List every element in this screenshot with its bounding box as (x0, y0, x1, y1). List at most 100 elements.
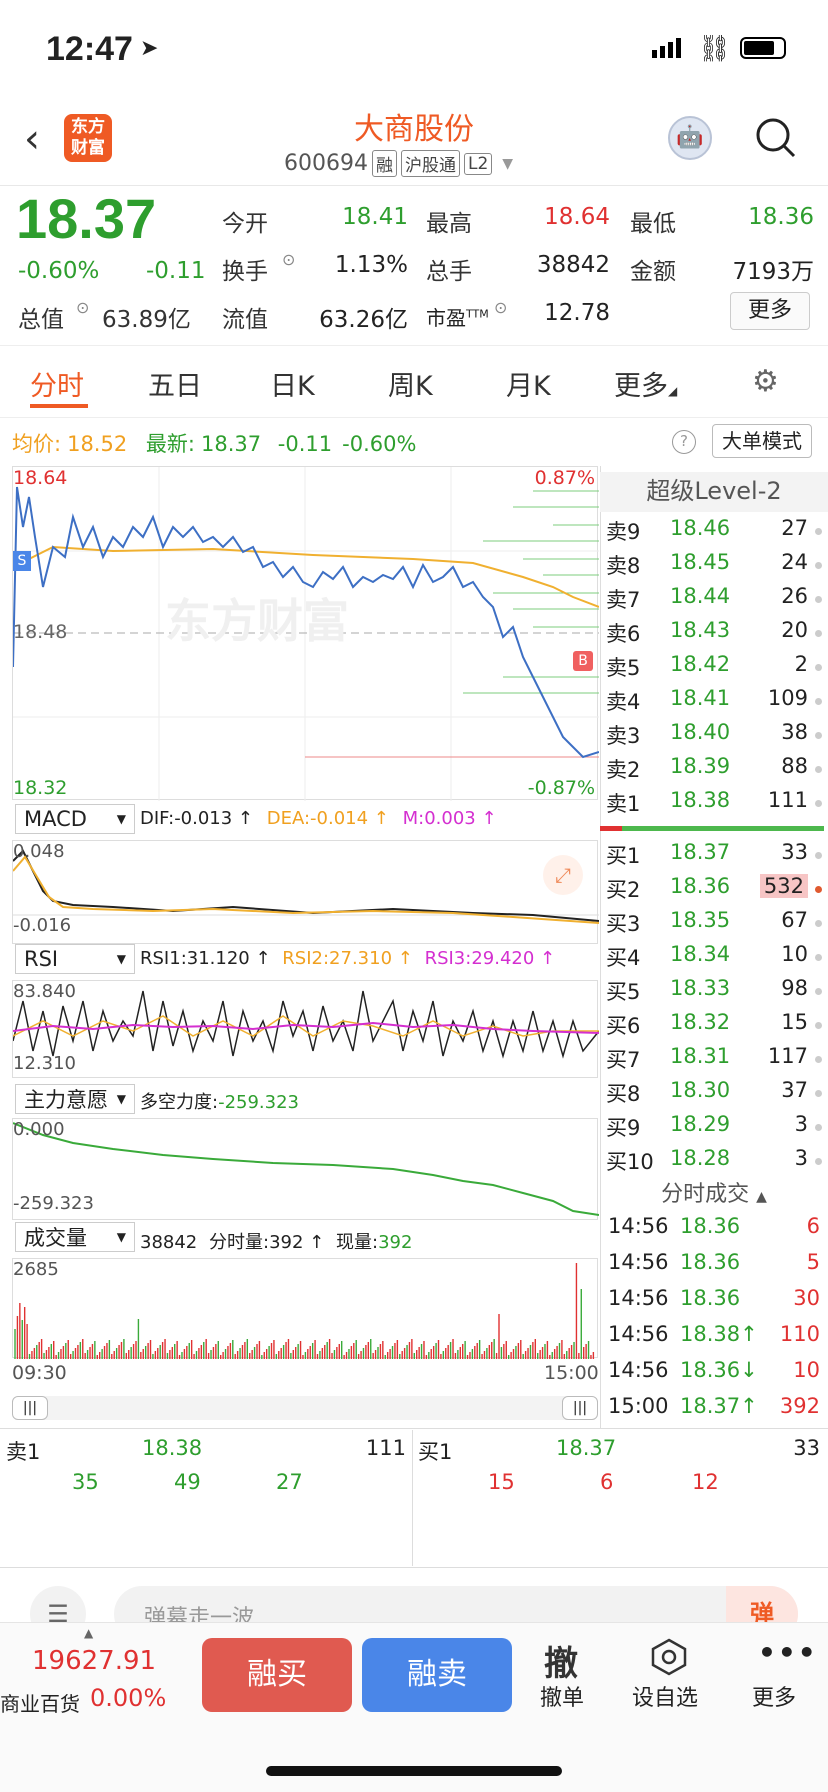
level2-title[interactable]: 超级Level-2 (600, 472, 828, 512)
ask-price: 18.42 (670, 652, 731, 676)
settings-gear-icon[interactable]: ⚙ (752, 364, 779, 399)
volume-values: 38842 分时量:392 ↑ 现量:392 (140, 1232, 413, 1253)
ask-price: 18.38 (670, 788, 731, 812)
dot-icon (815, 1158, 822, 1165)
bid-level: 买5 (606, 980, 641, 1004)
scroll-handle-right[interactable]: ||| (562, 1396, 598, 1420)
tab-intraday[interactable]: 分时 (30, 364, 84, 403)
search-icon[interactable] (754, 116, 796, 158)
bid-row[interactable]: 买1 18.37 33 (606, 840, 824, 874)
rsi-selector[interactable]: RSI ▼ (15, 944, 135, 974)
more-dots-icon[interactable]: ••• (758, 1636, 818, 1669)
bid-row[interactable]: 买2 18.36 532 (606, 874, 824, 908)
intraday-chart[interactable]: 东方财富 18.64 18.48 18.32 0.87% -0.87% S B (12, 466, 599, 801)
volume-chart[interactable]: 2685 (12, 1258, 598, 1359)
sell-marker[interactable]: S (13, 551, 31, 571)
buy-marker[interactable]: B (573, 651, 593, 671)
ask-row[interactable]: 卖7 18.44 26 (606, 584, 824, 618)
queue-sell-label: 卖1 (6, 1440, 41, 1464)
trade-time: 14:56 (608, 1250, 669, 1274)
add-watchlist-label[interactable]: 设自选 (632, 1680, 698, 1712)
trade-time: 14:56 (608, 1214, 669, 1238)
ask-volume: 109 (767, 686, 808, 710)
trade-volume: 10 (793, 1358, 820, 1382)
volume-selector[interactable]: 成交量 ▼ (15, 1222, 135, 1252)
scroll-handle-left[interactable]: ||| (12, 1396, 48, 1420)
tab-month-k[interactable]: 月K (506, 364, 551, 403)
add-watchlist-icon[interactable] (650, 1638, 688, 1676)
cancel-order-icon[interactable]: 撤 (544, 1636, 578, 1685)
tab-5day[interactable]: 五日 (148, 364, 202, 403)
tab-day-k[interactable]: 日K (270, 364, 315, 403)
bid-price: 18.28 (670, 1146, 731, 1170)
ask-row[interactable]: 卖4 18.41 109 (606, 686, 824, 720)
bid-level: 买3 (606, 912, 641, 936)
bid-price: 18.33 (670, 976, 731, 1000)
main-force-bottom: -259.323 (13, 1193, 94, 1214)
bid-row[interactable]: 买7 18.31 117 (606, 1044, 824, 1078)
macd-selector[interactable]: MACD ▼ (15, 804, 135, 834)
trade-row: 14:56 18.36 6 (606, 1214, 820, 1250)
bid-price: 18.29 (670, 1112, 731, 1136)
margin-sell-button[interactable]: 融卖 (362, 1638, 512, 1712)
main-force-top: 0.000 (13, 1119, 65, 1140)
ask-row[interactable]: 卖8 18.45 24 (606, 550, 824, 584)
ask-row[interactable]: 卖1 18.38 111 (606, 788, 824, 822)
queue-buy-q2: 6 (600, 1470, 614, 1494)
ask-row[interactable]: 卖2 18.39 88 (606, 754, 824, 788)
bid-volume: 98 (781, 976, 808, 1000)
info-icon[interactable]: ⊙ (76, 298, 89, 317)
chevron-up-icon[interactable]: ▲ (84, 1626, 93, 1640)
ask-row[interactable]: 卖5 18.42 2 (606, 652, 824, 686)
info-icon[interactable]: ⊙ (282, 250, 295, 269)
bid-row[interactable]: 买6 18.32 15 (606, 1010, 824, 1044)
queue-sell-vol: 111 (365, 1436, 406, 1460)
main-force-chart[interactable]: 0.000 -259.323 (12, 1118, 600, 1220)
bid-level: 买7 (606, 1048, 641, 1072)
cancel-order-label[interactable]: 撤单 (540, 1680, 584, 1712)
rsi-chart[interactable]: 83.840 12.310 (12, 980, 600, 1078)
trade-row: 14:56 18.36 5 (606, 1250, 820, 1286)
bid-level: 买10 (606, 1150, 654, 1174)
avg-price-line: 均价: 18.52 最新: 18.37 -0.11 -0.60% (12, 432, 417, 456)
change-amount: -0.11 (146, 258, 206, 284)
index-value[interactable]: 19627.91 (32, 1646, 156, 1676)
ask-row[interactable]: 卖9 18.46 27 (606, 516, 824, 550)
bid-row[interactable]: 买9 18.29 3 (606, 1112, 824, 1146)
bid-row[interactable]: 买5 18.33 98 (606, 976, 824, 1010)
ask-volume: 26 (781, 584, 808, 608)
dot-icon (815, 766, 822, 773)
status-time: 12:47 (46, 30, 133, 68)
main-force-values: 多空力度:-259.323 (140, 1092, 300, 1113)
more-button[interactable]: 更多 (730, 292, 810, 330)
volume-label: 总手 (426, 259, 472, 285)
macd-chart[interactable]: 0.048 -0.016 ⤢ (12, 840, 600, 944)
bid-row[interactable]: 买3 18.35 67 (606, 908, 824, 942)
main-force-selector[interactable]: 主力意愿 ▼ (15, 1084, 135, 1114)
dot-icon (815, 800, 822, 807)
big-order-mode-button[interactable]: 大单模式 (712, 424, 812, 458)
chart-scrollbar[interactable]: ||| ||| (12, 1396, 598, 1420)
expand-icon[interactable]: ⤢ (543, 855, 583, 895)
stock-code: 600694 (284, 151, 368, 176)
ask-row[interactable]: 卖6 18.43 20 (606, 618, 824, 652)
bid-row[interactable]: 买10 18.28 3 (606, 1146, 824, 1180)
bid-row[interactable]: 买4 18.34 10 (606, 942, 824, 976)
info-icon[interactable]: ⊙ (494, 298, 507, 317)
bid-row[interactable]: 买8 18.30 37 (606, 1078, 824, 1112)
bid-ask-ratio-bar (600, 826, 824, 831)
margin-buy-button[interactable]: 融买 (202, 1638, 352, 1712)
tab-more[interactable]: 更多◢ (614, 364, 677, 403)
trades-title[interactable]: 分时成交 ▲ (600, 1176, 828, 1208)
chart-pct-up: 0.87% (534, 467, 595, 489)
low-label: 最低 (630, 211, 676, 237)
ask-price: 18.45 (670, 550, 731, 574)
more-label[interactable]: 更多 (752, 1680, 796, 1712)
robot-avatar-icon[interactable]: 🤖 (668, 116, 712, 160)
tab-week-k[interactable]: 周K (388, 364, 433, 403)
bid-level: 买9 (606, 1116, 641, 1140)
stock-code-line[interactable]: 600694 融 沪股通 L2 ▼ (284, 150, 513, 177)
help-icon[interactable]: ? (672, 430, 696, 454)
chevron-down-icon: ▼ (502, 155, 514, 172)
ask-row[interactable]: 卖3 18.40 38 (606, 720, 824, 754)
